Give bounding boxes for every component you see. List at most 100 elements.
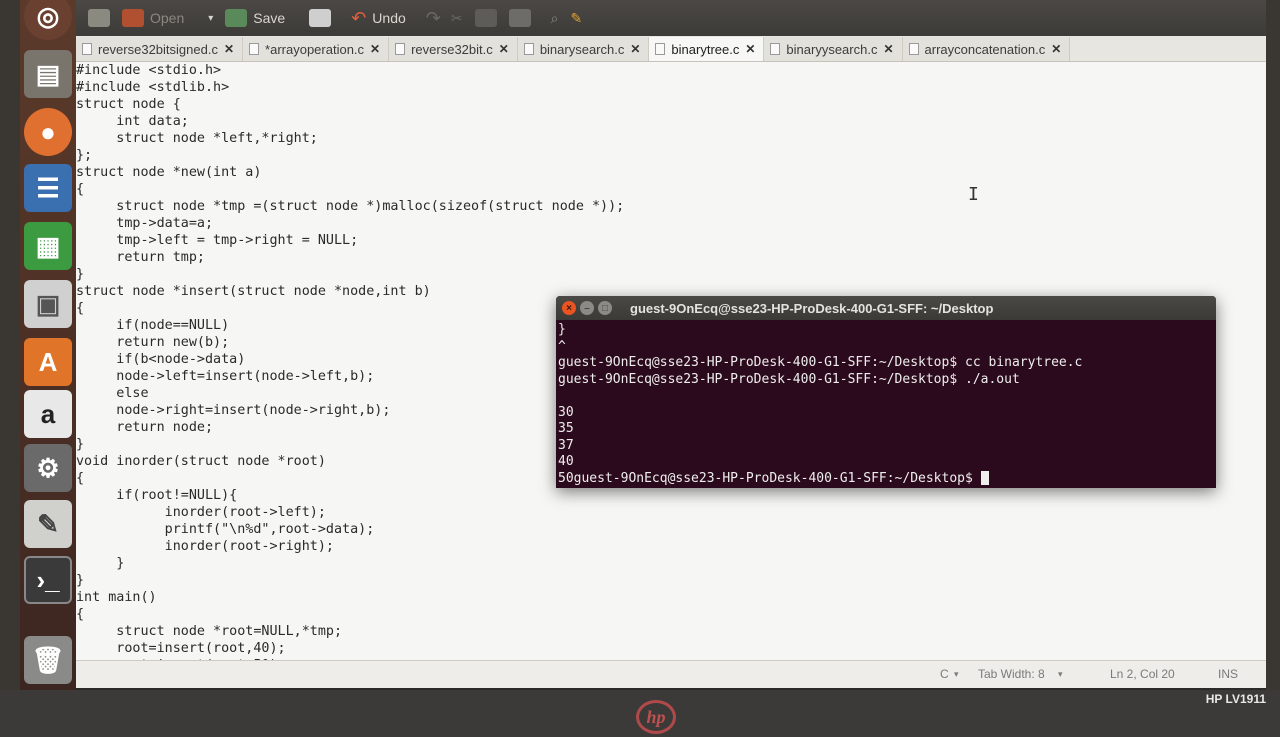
terminal-line: 37: [558, 437, 574, 453]
code-line[interactable]: struct node *insert(struct node *node,in…: [76, 283, 624, 300]
code-line[interactable]: return new(b);: [76, 334, 624, 351]
terminal-prompt: 50guest-9OnEcq@sse23-HP-ProDesk-400-G1-S…: [558, 470, 981, 486]
tab-reverse32bit[interactable]: reverse32bit.c ✕: [389, 37, 518, 61]
tab-label: binarysearch.c: [539, 41, 625, 57]
tab-label: binarytree.c: [671, 41, 740, 57]
code-line[interactable]: printf("\n%d",root->data);: [76, 521, 624, 538]
code-line[interactable]: root=insert(root,40);: [76, 640, 624, 657]
code-line[interactable]: return tmp;: [76, 249, 624, 266]
files-icon[interactable]: ▤: [24, 50, 72, 98]
code-line[interactable]: node->left=insert(node->left,b);: [76, 368, 624, 385]
code-line[interactable]: if(node==NULL): [76, 317, 624, 334]
impress-icon[interactable]: ▣: [24, 280, 72, 328]
code-line[interactable]: struct node {: [76, 96, 624, 113]
calc-icon[interactable]: ▦: [24, 222, 72, 270]
code-line[interactable]: else: [76, 385, 624, 402]
file-icon: [523, 43, 534, 55]
find-button[interactable]: ⌕: [551, 10, 559, 27]
file-icon: [249, 43, 260, 55]
code-line[interactable]: };: [76, 147, 624, 164]
code-line[interactable]: {: [76, 181, 624, 198]
save-button[interactable]: Save: [225, 9, 285, 27]
text-editor-icon[interactable]: ✎: [24, 500, 72, 548]
cut-button[interactable]: ✂: [451, 10, 463, 27]
code-line[interactable]: }: [76, 266, 624, 283]
code-line[interactable]: if(root!=NULL){: [76, 487, 624, 504]
terminal-line: 40: [558, 454, 574, 469]
code-line[interactable]: tmp->left = tmp->right = NULL;: [76, 232, 624, 249]
open-label: Open: [150, 10, 185, 26]
close-icon[interactable]: ×: [562, 301, 576, 315]
tab-arrayoperation[interactable]: *arrayoperation.c ✕: [243, 37, 390, 61]
close-icon[interactable]: ✕: [883, 42, 893, 56]
monitor-bezel-right: [1266, 0, 1280, 737]
maximize-icon[interactable]: □: [598, 301, 612, 315]
code-line[interactable]: tmp->data=a;: [76, 215, 624, 232]
code-line[interactable]: }: [76, 436, 624, 453]
software-center-icon[interactable]: A: [24, 338, 72, 386]
code-line[interactable]: inorder(root->right);: [76, 538, 624, 555]
code-line[interactable]: struct node *tmp =(struct node *)malloc(…: [76, 198, 624, 215]
code-line[interactable]: }: [76, 572, 624, 589]
language-selector[interactable]: C: [940, 667, 949, 681]
search-icon: ⌕: [550, 9, 559, 26]
trash-icon[interactable]: 🗑: [24, 636, 72, 684]
code-line[interactable]: {: [76, 470, 624, 487]
code-line[interactable]: return node;: [76, 419, 624, 436]
redo-button[interactable]: ↷: [426, 8, 441, 29]
code-line[interactable]: inorder(root->left);: [76, 504, 624, 521]
code-line[interactable]: void inorder(struct node *root): [76, 453, 624, 470]
tab-binaryysearch[interactable]: binaryysearch.c ✕: [764, 37, 903, 61]
terminal-output[interactable]: } ^ guest-9OnEcq@sse23-HP-ProDesk-400-G1-S…: [556, 320, 1216, 488]
code-line[interactable]: node->right=insert(node->right,b);: [76, 402, 624, 419]
code-line[interactable]: {: [76, 606, 624, 623]
monitor-model: HP LV1911: [1205, 692, 1266, 706]
terminal-window[interactable]: × – □ guest-9OnEcq@sse23-HP-ProDesk-400-…: [556, 296, 1216, 488]
close-icon[interactable]: ✕: [370, 42, 380, 56]
writer-icon[interactable]: ☰: [24, 164, 72, 212]
code-line[interactable]: struct node *new(int a): [76, 164, 624, 181]
open-button[interactable]: Open ▾: [122, 9, 213, 27]
ubuntu-dash-icon[interactable]: ◎: [24, 0, 72, 40]
code-line[interactable]: }: [76, 555, 624, 572]
print-button[interactable]: [309, 9, 332, 27]
close-icon[interactable]: ✕: [630, 42, 640, 56]
tab-binarytree[interactable]: binarytree.c ✕: [649, 37, 765, 61]
code-line[interactable]: struct node *root=NULL,*tmp;: [76, 623, 624, 640]
close-icon[interactable]: ✕: [745, 42, 755, 56]
tab-arrayconcatenation[interactable]: arrayconcatenation.c ✕: [902, 37, 1071, 61]
tab-label: binaryysearch.c: [786, 41, 878, 57]
settings-icon[interactable]: ⚙: [24, 444, 72, 492]
code-line[interactable]: {: [76, 300, 624, 317]
monitor-bezel-left: [0, 0, 20, 737]
new-button[interactable]: [88, 9, 110, 27]
paste-button[interactable]: [508, 9, 531, 27]
chevron-down-icon: ▾: [1058, 669, 1063, 679]
minimize-icon[interactable]: –: [580, 301, 594, 315]
tab-binarysearch[interactable]: binarysearch.c ✕: [517, 37, 650, 61]
code-line[interactable]: if(b<node->data): [76, 351, 624, 368]
close-icon[interactable]: ✕: [499, 42, 509, 56]
insert-mode: INS: [1218, 667, 1239, 681]
code-line[interactable]: int main(): [76, 589, 624, 606]
code-line[interactable]: #include <stdlib.h>: [76, 79, 624, 96]
copy-button[interactable]: [474, 9, 497, 27]
tab-label: arrayconcatenation.c: [924, 41, 1046, 57]
status-bar: C ▾ Tab Width: 8 ▾ Ln 2, Col 20 INS: [76, 660, 1266, 688]
code-line[interactable]: int data;: [76, 113, 624, 130]
amazon-icon[interactable]: a: [24, 390, 72, 438]
editor-toolbar: Open ▾ Save ↶ Undo ↷ ✂ ⌕ ✎: [76, 0, 1266, 36]
undo-button[interactable]: ↶ Undo: [351, 8, 406, 29]
tab-width-selector[interactable]: Tab Width: 8: [978, 667, 1045, 681]
terminal-icon[interactable]: ›_: [24, 556, 72, 604]
firefox-icon[interactable]: ●: [24, 108, 72, 156]
close-icon[interactable]: ✕: [1051, 42, 1061, 56]
tab-reverse32bitsigned[interactable]: reverse32bitsigned.c ✕: [76, 37, 244, 61]
code-text[interactable]: #include <stdio.h> #include <stdlib.h> str…: [76, 62, 624, 660]
terminal-titlebar[interactable]: × – □ guest-9OnEcq@sse23-HP-ProDesk-400-…: [556, 296, 1216, 320]
close-icon[interactable]: ✕: [224, 42, 234, 56]
code-line[interactable]: struct node *left,*right;: [76, 130, 624, 147]
replace-button[interactable]: ✎: [570, 10, 582, 27]
chevron-down-icon[interactable]: ▾: [208, 13, 213, 24]
code-line[interactable]: #include <stdio.h>: [76, 62, 624, 79]
